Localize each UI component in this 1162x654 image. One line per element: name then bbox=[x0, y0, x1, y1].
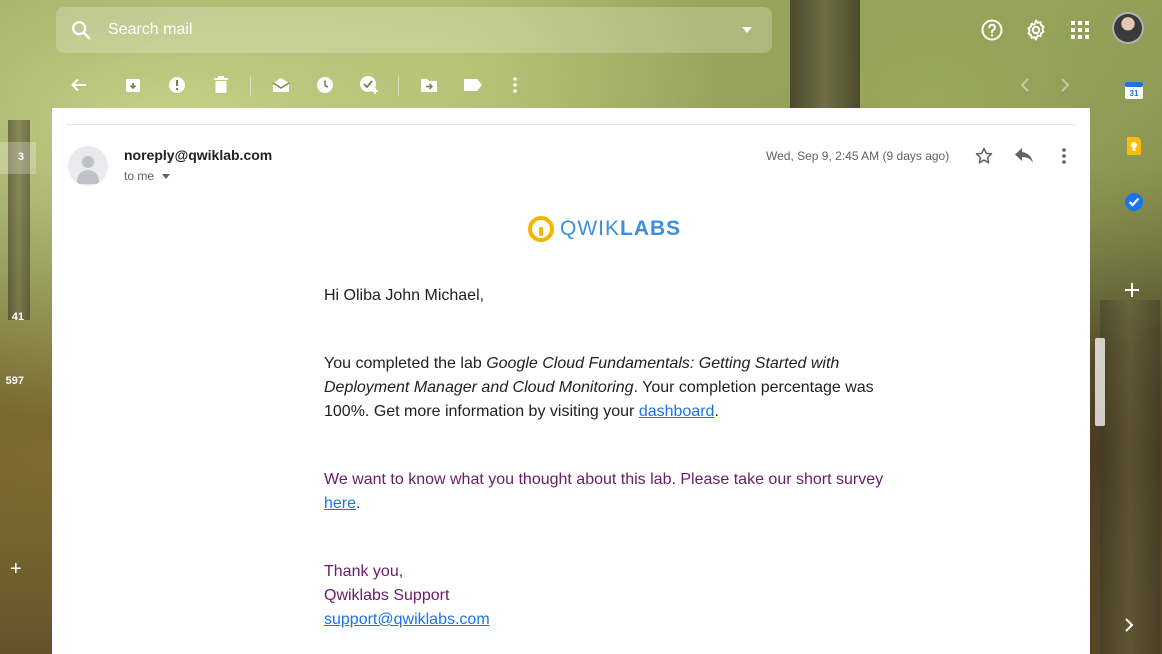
search-options-dropdown-icon[interactable] bbox=[742, 27, 752, 33]
expand-panel-icon[interactable] bbox=[1124, 618, 1144, 638]
account-avatar[interactable] bbox=[1112, 12, 1144, 44]
recipient-details-icon[interactable] bbox=[162, 173, 171, 179]
create-label-icon[interactable]: + bbox=[10, 558, 22, 581]
search-input[interactable] bbox=[108, 17, 708, 43]
delete-icon[interactable] bbox=[210, 74, 232, 96]
sender-avatar[interactable] bbox=[68, 146, 108, 186]
search-icon[interactable] bbox=[70, 19, 92, 46]
support-email-link[interactable]: support@qwiklabs.com bbox=[324, 611, 490, 628]
toolbar-divider bbox=[398, 76, 399, 96]
recipient-label: to me bbox=[124, 169, 155, 183]
svg-text:31: 31 bbox=[1130, 89, 1139, 98]
settings-icon[interactable] bbox=[1022, 16, 1050, 44]
sender-address[interactable]: noreply@qwiklab.com bbox=[124, 147, 272, 163]
more-options-icon[interactable] bbox=[1052, 144, 1076, 168]
nav-count: 597 bbox=[5, 375, 24, 387]
left-nav-rail: 3 41 597 + bbox=[0, 108, 52, 654]
nav-count: 41 bbox=[11, 311, 24, 323]
signature: Qwiklabs Support bbox=[324, 587, 450, 604]
closing: Thank you, bbox=[324, 563, 404, 580]
recipient-line[interactable]: to me bbox=[124, 169, 171, 183]
label-icon[interactable] bbox=[462, 74, 484, 96]
move-to-icon[interactable] bbox=[418, 74, 440, 96]
survey-paragraph: We want to know what you thought about t… bbox=[324, 471, 884, 512]
snooze-icon[interactable] bbox=[314, 74, 336, 96]
more-icon[interactable] bbox=[504, 74, 526, 96]
toolbar-divider bbox=[250, 76, 251, 96]
dashboard-link[interactable]: dashboard bbox=[639, 403, 715, 420]
back-icon[interactable] bbox=[68, 74, 90, 96]
add-task-icon[interactable] bbox=[358, 74, 380, 96]
side-panel-rail: 31 bbox=[1098, 62, 1162, 654]
divider bbox=[66, 124, 1076, 125]
nav-count: 3 bbox=[17, 151, 24, 163]
completion-paragraph: You completed the lab Google Cloud Funda… bbox=[324, 355, 874, 420]
apps-icon[interactable] bbox=[1066, 16, 1094, 44]
support-email-line: support@qwiklabs.com bbox=[324, 608, 884, 632]
email-reading-pane: noreply@qwiklab.com to me Wed, Sep 9, 2:… bbox=[52, 108, 1090, 654]
top-bar bbox=[0, 0, 1162, 60]
message-toolbar bbox=[52, 62, 1092, 108]
add-addon-icon[interactable] bbox=[1124, 282, 1144, 302]
email-date: Wed, Sep 9, 2:45 AM (9 days ago) bbox=[766, 149, 950, 163]
qwiklabs-logo: QWIKLABS bbox=[528, 216, 681, 242]
help-icon[interactable] bbox=[978, 16, 1006, 44]
mark-unread-icon[interactable] bbox=[270, 74, 292, 96]
greeting: Hi Oliba John Michael, bbox=[324, 287, 485, 304]
qwiklabs-logo-text: QWIKLABS bbox=[560, 217, 682, 240]
newer-icon[interactable] bbox=[1014, 74, 1036, 96]
qwiklabs-logo-icon bbox=[528, 216, 554, 242]
survey-link[interactable]: here bbox=[324, 495, 356, 512]
search-bar[interactable] bbox=[56, 7, 772, 53]
calendar-icon[interactable]: 31 bbox=[1124, 80, 1144, 100]
archive-icon[interactable] bbox=[122, 74, 144, 96]
reply-icon[interactable] bbox=[1012, 144, 1036, 168]
keep-icon[interactable] bbox=[1124, 136, 1144, 156]
star-icon[interactable] bbox=[972, 144, 996, 168]
older-icon[interactable] bbox=[1054, 74, 1076, 96]
tasks-icon[interactable] bbox=[1124, 192, 1144, 212]
report-spam-icon[interactable] bbox=[166, 74, 188, 96]
